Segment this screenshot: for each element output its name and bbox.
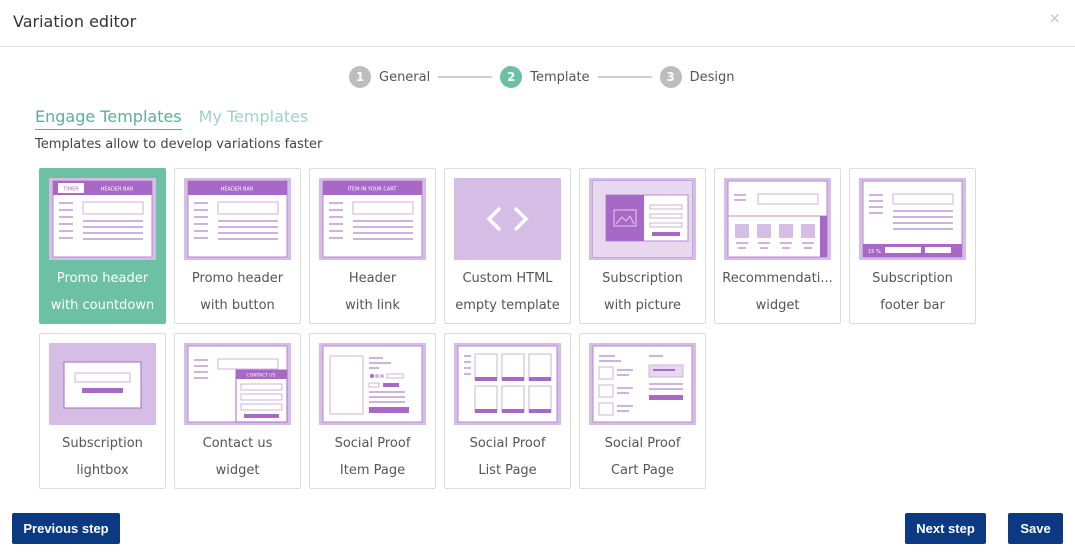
template-card-subscription-picture[interactable]: Subscription with picture bbox=[579, 168, 706, 324]
templates-subtitle: Templates allow to develop variations fa… bbox=[35, 137, 323, 152]
template-thumbnail bbox=[49, 343, 156, 425]
template-thumbnail: CONTACT US bbox=[184, 343, 291, 425]
template-card-label: Custom HTML empty template bbox=[455, 271, 560, 313]
save-button[interactable]: Save bbox=[1008, 513, 1063, 544]
modal-title: Variation editor bbox=[13, 12, 137, 31]
code-icon bbox=[486, 206, 529, 232]
template-card-label: Subscription with picture bbox=[602, 271, 683, 313]
thumb-timer-text: TIMER bbox=[62, 187, 79, 193]
template-card-label: Promo header with button bbox=[191, 271, 284, 313]
template-card-label: Contact us widget bbox=[202, 436, 273, 478]
template-thumbnail bbox=[589, 178, 696, 260]
template-card-label: Social Proof Cart Page bbox=[604, 436, 681, 478]
template-card-label: Recommendati... widget bbox=[722, 271, 833, 313]
template-thumbnail: HEADER BAR bbox=[184, 178, 291, 260]
template-card-subscription-lightbox[interactable]: Subscription lightbox bbox=[39, 333, 166, 489]
template-card-header-link[interactable]: ITEM IN YOUR CART Header with link bbox=[309, 168, 436, 324]
template-card-label: Subscription lightbox bbox=[62, 436, 143, 478]
template-thumbnail: ITEM IN YOUR CART bbox=[319, 178, 426, 260]
tab-engage-templates[interactable]: Engage Templates bbox=[35, 107, 182, 130]
template-card-recommendation[interactable]: Recommendati... widget bbox=[714, 168, 841, 324]
thumb-header-text: HEADER BAR bbox=[221, 187, 254, 193]
template-card-custom-html[interactable]: Custom HTML empty template bbox=[444, 168, 571, 324]
template-thumbnail bbox=[589, 343, 696, 425]
close-icon[interactable]: × bbox=[1048, 9, 1061, 27]
template-card-label: Social Proof List Page bbox=[469, 436, 546, 478]
step-number: 1 bbox=[349, 66, 371, 88]
tab-my-templates[interactable]: My Templates bbox=[199, 107, 309, 130]
template-card-label: Social Proof Item Page bbox=[334, 436, 411, 478]
template-thumbnail bbox=[319, 343, 426, 425]
step-connector bbox=[438, 76, 493, 78]
template-tabs: Engage Templates My Templates bbox=[35, 107, 325, 130]
step-general[interactable]: 1 General bbox=[349, 66, 430, 88]
thumb-contact-text: CONTACT US bbox=[247, 373, 276, 379]
previous-step-button[interactable]: Previous step bbox=[12, 513, 120, 544]
template-thumbnail: TIMER HEADER BAR bbox=[49, 178, 156, 260]
modal-header: Variation editor × bbox=[0, 0, 1075, 47]
template-card-label: Promo header with countdown bbox=[50, 271, 155, 313]
template-card-social-proof-list[interactable]: Social Proof List Page bbox=[444, 333, 571, 489]
step-number: 2 bbox=[500, 66, 523, 88]
template-card-social-proof-cart[interactable]: Social Proof Cart Page bbox=[579, 333, 706, 489]
step-design[interactable]: 3 Design bbox=[659, 66, 735, 88]
step-template[interactable]: 2 Template bbox=[500, 66, 590, 88]
template-thumbnail: 15 % bbox=[859, 178, 966, 260]
stepper: 1 General 2 Template 3 Design bbox=[349, 66, 734, 88]
step-label: Design bbox=[689, 69, 735, 85]
thumb-header-text: ITEM IN YOUR CART bbox=[348, 187, 398, 193]
template-card-subscription-footer[interactable]: 15 % Subscription footer bar bbox=[849, 168, 976, 324]
next-step-button[interactable]: Next step bbox=[905, 513, 986, 544]
template-thumbnail bbox=[454, 178, 561, 260]
template-card-promo-countdown[interactable]: TIMER HEADER BAR Promo header with countd… bbox=[39, 168, 166, 324]
step-label: General bbox=[379, 69, 431, 85]
template-card-promo-button[interactable]: HEADER BAR Promo header with button bbox=[174, 168, 301, 324]
step-number: 3 bbox=[659, 66, 682, 88]
template-card-social-proof-item[interactable]: Social Proof Item Page bbox=[309, 333, 436, 489]
step-connector bbox=[597, 76, 652, 78]
template-card-label: Header with link bbox=[345, 271, 400, 313]
template-card-label: Subscription footer bar bbox=[872, 271, 953, 313]
template-thumbnail bbox=[724, 178, 831, 260]
template-thumbnail bbox=[454, 343, 561, 425]
thumb-percent-text: 15 % bbox=[868, 249, 881, 255]
step-label: Template bbox=[530, 69, 590, 85]
thumb-header-text: HEADER BAR bbox=[101, 187, 134, 193]
template-card-contact-us[interactable]: CONTACT US Contact us widget bbox=[174, 333, 301, 489]
